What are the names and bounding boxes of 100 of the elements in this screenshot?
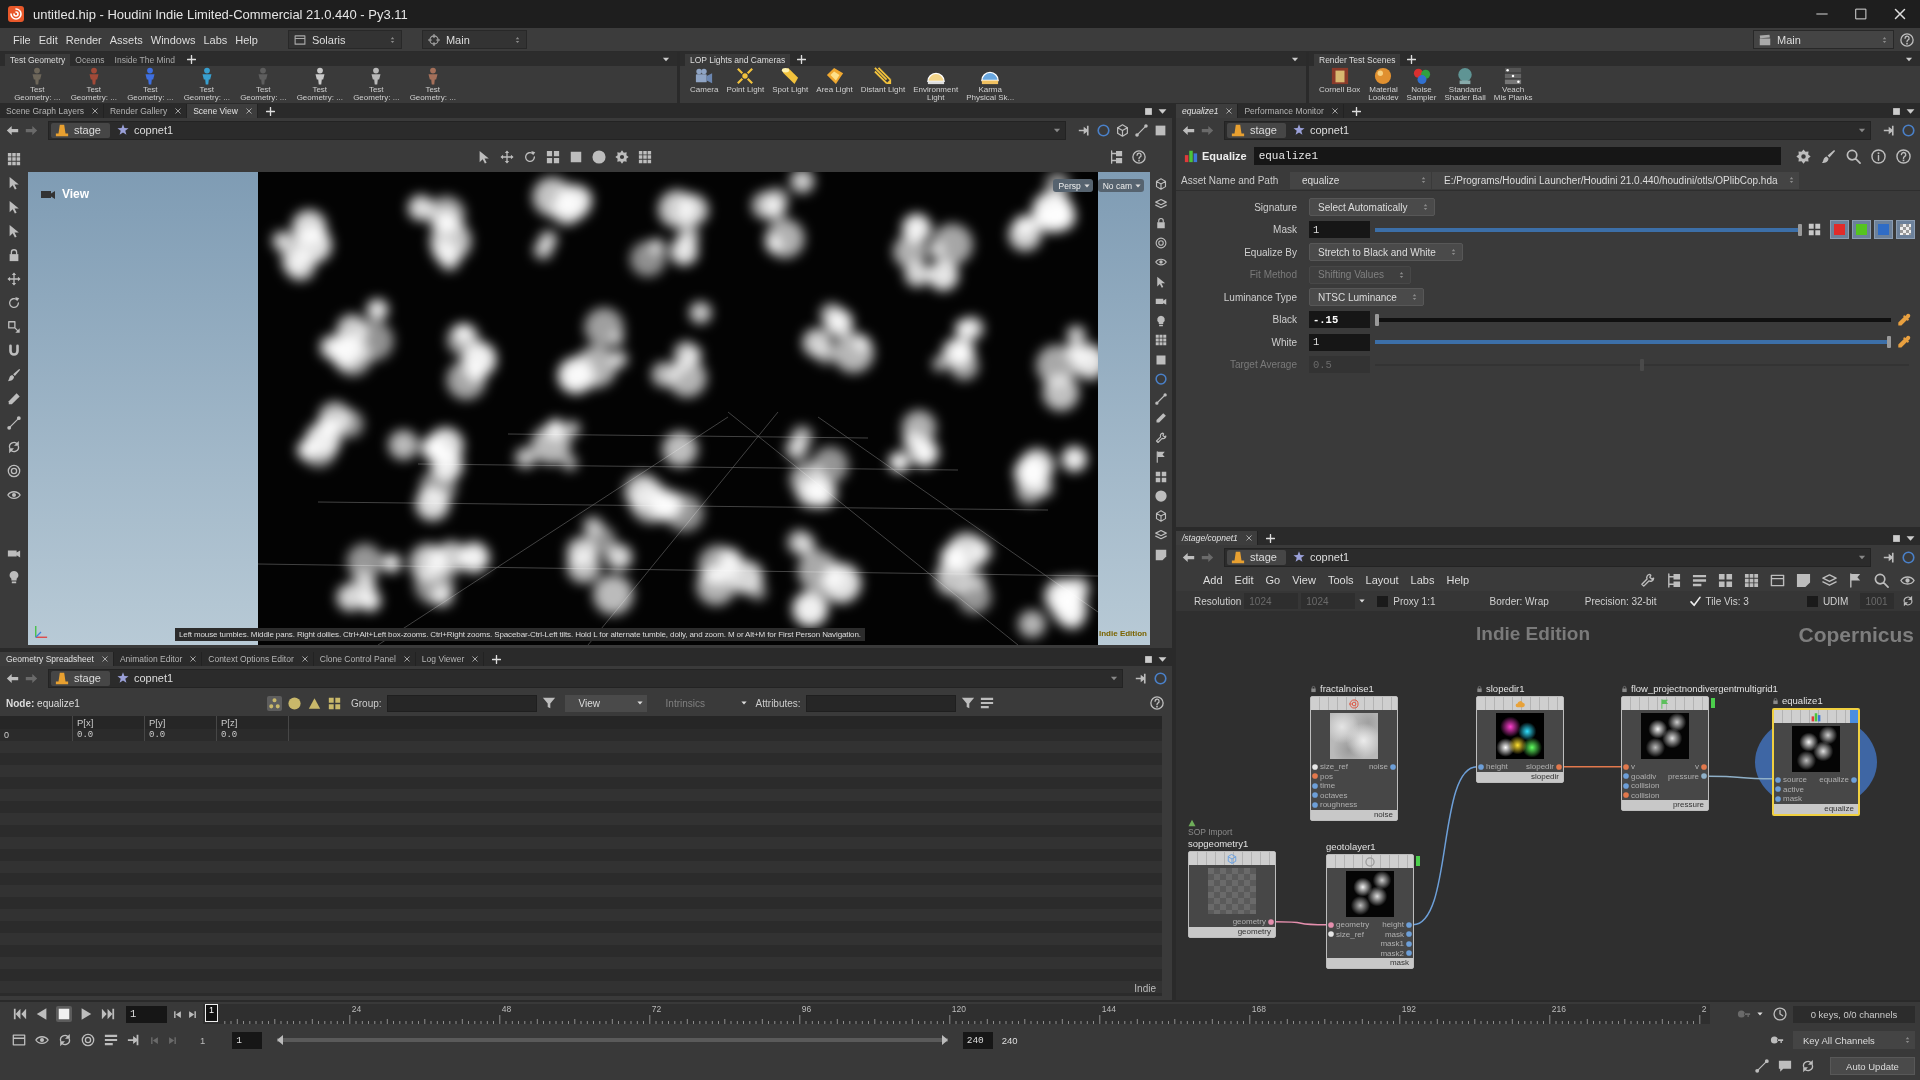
- close-icon[interactable]: [301, 656, 308, 662]
- note-icon[interactable]: [1155, 548, 1167, 561]
- slider-handle[interactable]: [1887, 336, 1891, 349]
- cube-icon[interactable]: [1116, 123, 1129, 137]
- path-segment[interactable]: stage: [51, 122, 110, 138]
- node-name[interactable]: fractalnoise1: [1320, 683, 1374, 694]
- skip-to-end-icon[interactable]: [100, 1006, 116, 1022]
- add-tab-icon[interactable]: [1407, 55, 1417, 64]
- pointer-icon[interactable]: [1155, 275, 1167, 288]
- shelf-tool[interactable]: Test Geometry: ...: [9, 67, 66, 102]
- path-field[interactable]: stage copnet1: [1224, 120, 1871, 140]
- close-icon[interactable]: [1331, 108, 1338, 114]
- camera-menu[interactable]: Persp: [1053, 179, 1093, 192]
- shelf-tab[interactable]: Oceans: [70, 54, 110, 66]
- menu-item[interactable]: File: [9, 33, 35, 46]
- loop-icon[interactable]: [1801, 1059, 1815, 1073]
- pane-tab[interactable]: Scene View: [187, 104, 258, 118]
- channel-toggle-button[interactable]: [1830, 220, 1849, 240]
- viewport[interactable]: [28, 172, 1150, 645]
- node-card[interactable]: geometry height size_ref mask mask1 mask2 mask: [1326, 854, 1414, 969]
- node-name[interactable]: slopedir1: [1486, 683, 1525, 694]
- add-tab-icon[interactable]: [265, 106, 275, 116]
- square-icon[interactable]: [1892, 533, 1901, 543]
- star-icon[interactable]: [1292, 551, 1305, 563]
- group-field[interactable]: [386, 694, 537, 712]
- path-segment[interactable]: stage: [51, 670, 110, 686]
- path-field[interactable]: stage copnet1: [48, 668, 1123, 688]
- context-menu[interactable]: Main: [421, 30, 527, 49]
- path-segment[interactable]: copnet1: [112, 122, 183, 138]
- close-icon[interactable]: [1226, 108, 1233, 114]
- connection-wire[interactable]: [1707, 775, 1774, 780]
- number-field[interactable]: 1: [1309, 221, 1370, 239]
- help-icon[interactable]: [1896, 148, 1911, 164]
- connection-wire[interactable]: [1274, 921, 1328, 926]
- updown-arrows-icon[interactable]: [1881, 34, 1888, 45]
- move-arrows-icon[interactable]: [7, 272, 21, 286]
- ring-icon[interactable]: [1902, 550, 1915, 564]
- layers-icon[interactable]: [1155, 197, 1167, 210]
- grid-icon[interactable]: [637, 150, 652, 164]
- loop-icon[interactable]: [58, 1033, 72, 1047]
- target-icon[interactable]: [7, 464, 21, 478]
- ring-icon[interactable]: [1097, 123, 1110, 137]
- shelf-tool[interactable]: Material Lookdev: [1364, 67, 1403, 102]
- line-segment-icon[interactable]: [1155, 392, 1167, 405]
- parameter-menu[interactable]: Select Automatically: [1309, 198, 1435, 217]
- ring-icon[interactable]: [1155, 373, 1167, 385]
- flag-icon[interactable]: [1155, 451, 1167, 463]
- tiles-icon[interactable]: [1808, 223, 1821, 237]
- menu-item[interactable]: Render: [61, 33, 106, 46]
- layers-icon[interactable]: [1822, 572, 1837, 588]
- range-end-field[interactable]: 240: [962, 1031, 993, 1049]
- caret-icon[interactable]: [1053, 126, 1061, 134]
- eye-icon[interactable]: [1155, 256, 1167, 268]
- line-segment-icon[interactable]: [1135, 123, 1148, 137]
- path-segment[interactable]: stage: [1227, 122, 1286, 138]
- eye-icon[interactable]: [35, 1033, 49, 1047]
- back-arrow-icon[interactable]: [1182, 123, 1195, 137]
- node-name[interactable]: sopgeometry1: [1188, 838, 1249, 849]
- pointer-icon[interactable]: [7, 176, 21, 190]
- clock-icon[interactable]: [1773, 1007, 1787, 1021]
- pointer-icon[interactable]: [7, 224, 21, 238]
- node-name[interactable]: flow_projectnondivergentmultigrid1: [1631, 683, 1778, 694]
- info-icon[interactable]: [1871, 148, 1886, 164]
- caret-icon[interactable]: [1359, 598, 1366, 604]
- camera-menu[interactable]: No cam: [1097, 179, 1144, 192]
- current-frame-marker[interactable]: 1: [205, 1004, 218, 1022]
- ring-icon[interactable]: [1154, 671, 1167, 685]
- asset-path-menu[interactable]: E:/Programs/Houdini Launcher/Houdini 21.0.440/houdini/otls/OPlibCop.hda: [1432, 171, 1799, 189]
- shelf-tool[interactable]: Test Geometry: ...: [348, 67, 405, 102]
- caret-icon[interactable]: [1757, 1011, 1763, 1017]
- help-icon[interactable]: [1150, 696, 1164, 710]
- menu-item[interactable]: Add: [1200, 574, 1226, 586]
- bulb-icon[interactable]: [7, 570, 21, 584]
- node-name[interactable]: equalize1: [1782, 695, 1823, 706]
- pane-tab[interactable]: Geometry Spreadsheet: [0, 652, 114, 666]
- caret-icon[interactable]: [1135, 182, 1141, 189]
- target-icon[interactable]: [1155, 236, 1167, 249]
- range-handle[interactable]: [941, 1035, 948, 1045]
- close-icon[interactable]: [101, 656, 108, 662]
- caret-icon[interactable]: [1158, 654, 1167, 664]
- back-arrow-icon[interactable]: [1182, 550, 1195, 564]
- pane-tab[interactable]: equalize1: [1176, 104, 1239, 118]
- eyedropper-icon[interactable]: [1897, 312, 1911, 327]
- add-tab-icon[interactable]: [1265, 533, 1275, 543]
- caret-icon[interactable]: [1905, 56, 1913, 63]
- tiles-icon[interactable]: [545, 150, 560, 164]
- stop-icon[interactable]: [56, 1006, 72, 1022]
- caret-icon[interactable]: [1906, 533, 1915, 543]
- shelf-tool[interactable]: Point Light: [722, 67, 769, 94]
- tree-icon[interactable]: [1109, 150, 1123, 164]
- pin-icon[interactable]: [1883, 123, 1896, 137]
- shelf-tab[interactable]: LOP Lights and Cameras: [685, 54, 791, 66]
- shelf-tool[interactable]: Area Light: [812, 67, 857, 94]
- square-icon[interactable]: [1892, 106, 1901, 116]
- pin-icon[interactable]: [1078, 123, 1091, 137]
- note-icon[interactable]: [1796, 572, 1811, 588]
- close-icon[interactable]: [245, 108, 252, 114]
- wrench-icon[interactable]: [1155, 431, 1167, 444]
- frame-field[interactable]: 1: [126, 1005, 167, 1023]
- shelf-tool[interactable]: Test Geometry: ...: [235, 67, 292, 102]
